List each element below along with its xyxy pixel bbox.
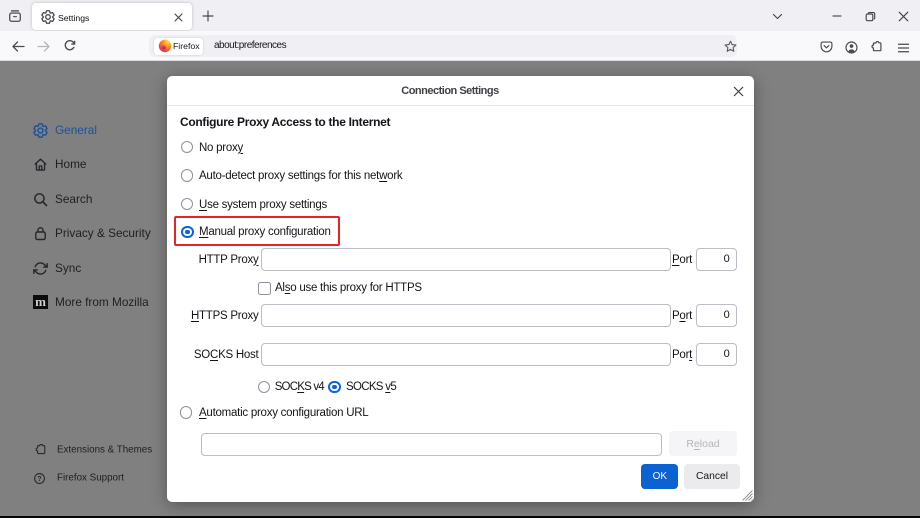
svg-text:?: ? xyxy=(37,474,41,483)
